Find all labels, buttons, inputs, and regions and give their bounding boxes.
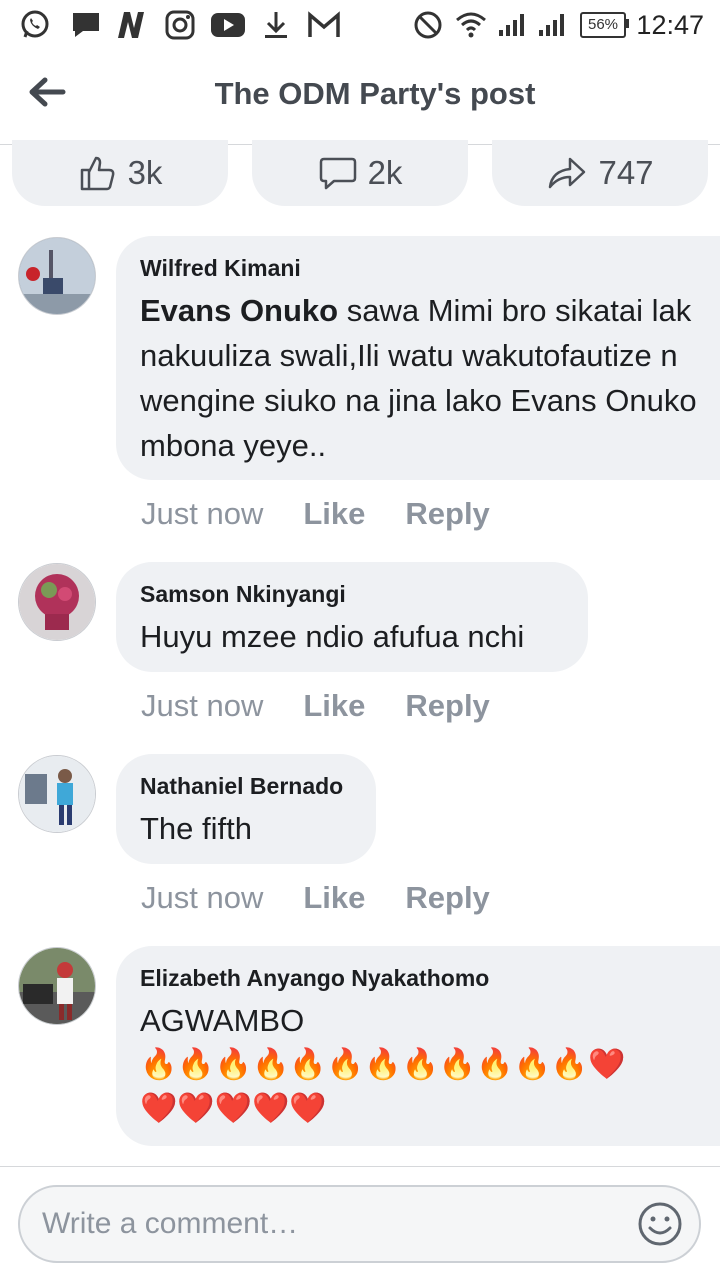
comment-input[interactable]: Write a comment…	[18, 1185, 701, 1263]
do-not-disturb-icon	[412, 8, 444, 42]
comment-line: wengine siuko na jina lako Evans Onuko	[140, 383, 697, 418]
comment-author[interactable]: Samson Nkinyangi	[140, 580, 564, 608]
like-button[interactable]: Like	[303, 880, 365, 916]
smiley-icon	[638, 1202, 682, 1246]
avatar[interactable]	[18, 237, 96, 315]
comment-line: nakuuliza swali,Ili watu wakutofautize n	[140, 338, 678, 373]
comment-line: mbona yeye..	[140, 428, 327, 463]
clock: 12:47	[636, 10, 704, 40]
battery-tip	[626, 19, 629, 28]
divider	[0, 1166, 720, 1167]
avatar[interactable]	[18, 755, 96, 833]
message-icon	[70, 8, 102, 42]
share-icon	[549, 157, 586, 189]
emoji-line: ❤️❤️❤️❤️❤️	[140, 1092, 327, 1125]
comment-bubble: Wilfred Kimani Evans Onuko sawa Mimi bro…	[116, 236, 720, 480]
like-count-button[interactable]: 3k	[12, 140, 228, 206]
emoji-picker-button[interactable]	[637, 1201, 683, 1247]
like-button[interactable]: Like	[303, 496, 365, 532]
avatar[interactable]	[18, 947, 96, 1025]
comment-bubble: Samson Nkinyangi Huyu mzee ndio afufua n…	[116, 562, 588, 672]
youtube-icon	[210, 8, 246, 42]
comment-input-placeholder: Write a comment…	[42, 1207, 299, 1240]
comment-text: AGWAMBO	[140, 1003, 305, 1038]
comment-icon	[319, 157, 356, 190]
like-count: 3k	[127, 154, 163, 191]
avatar[interactable]	[18, 563, 96, 641]
comment-count: 2k	[367, 154, 403, 191]
page-title: The ODM Party's post	[214, 76, 536, 111]
reply-button[interactable]: Reply	[405, 688, 489, 724]
emoji-line: 🔥🔥🔥🔥🔥🔥🔥🔥🔥🔥🔥🔥❤️	[140, 1048, 626, 1081]
gmail-icon	[306, 8, 342, 42]
signal-icon	[496, 8, 526, 42]
wifi-icon	[452, 8, 490, 42]
download-icon	[262, 8, 290, 42]
comment-time: Just now	[141, 496, 264, 531]
whatsapp-icon	[18, 8, 52, 42]
comment-bubble: Nathaniel Bernado The fifth	[116, 754, 376, 864]
comment-author[interactable]: Wilfred Kimani	[140, 254, 720, 282]
reply-button[interactable]: Reply	[405, 496, 489, 532]
thumbs-up-icon	[80, 156, 114, 191]
reply-button[interactable]: Reply	[405, 880, 489, 916]
instagram-icon	[164, 8, 196, 42]
comment-count-button[interactable]: 2k	[252, 140, 468, 206]
comment-bubble: Elizabeth Anyango Nyakathomo AGWAMBO 🔥🔥🔥…	[116, 946, 720, 1146]
comment-text: The fifth	[140, 811, 252, 846]
comment-time: Just now	[141, 688, 264, 723]
comment-text: Huyu mzee ndio afufua nchi	[140, 619, 525, 654]
comment-line: sawa Mimi bro sikatai lak	[338, 293, 692, 328]
comment-text: Evans Onuko sawa Mimi bro sikatai lak na…	[140, 288, 720, 468]
share-count-button[interactable]: 747	[492, 140, 708, 206]
like-button[interactable]: Like	[303, 688, 365, 724]
comment-meta: Just now Like Reply	[141, 496, 490, 532]
comment-author[interactable]: Nathaniel Bernado	[140, 772, 352, 800]
status-bar: 56% 12:47	[0, 0, 720, 50]
app-header: The ODM Party's post	[0, 50, 720, 145]
signal-icon	[536, 8, 566, 42]
share-count: 747	[598, 154, 654, 191]
battery-indicator: 56%	[580, 12, 626, 38]
n-app-icon	[114, 8, 148, 42]
comment-meta: Just now Like Reply	[141, 688, 490, 724]
comment-meta: Just now Like Reply	[141, 880, 490, 916]
comment-author[interactable]: Elizabeth Anyango Nyakathomo	[140, 964, 712, 992]
comment-time: Just now	[141, 880, 264, 915]
mention-link[interactable]: Evans Onuko	[140, 293, 338, 328]
